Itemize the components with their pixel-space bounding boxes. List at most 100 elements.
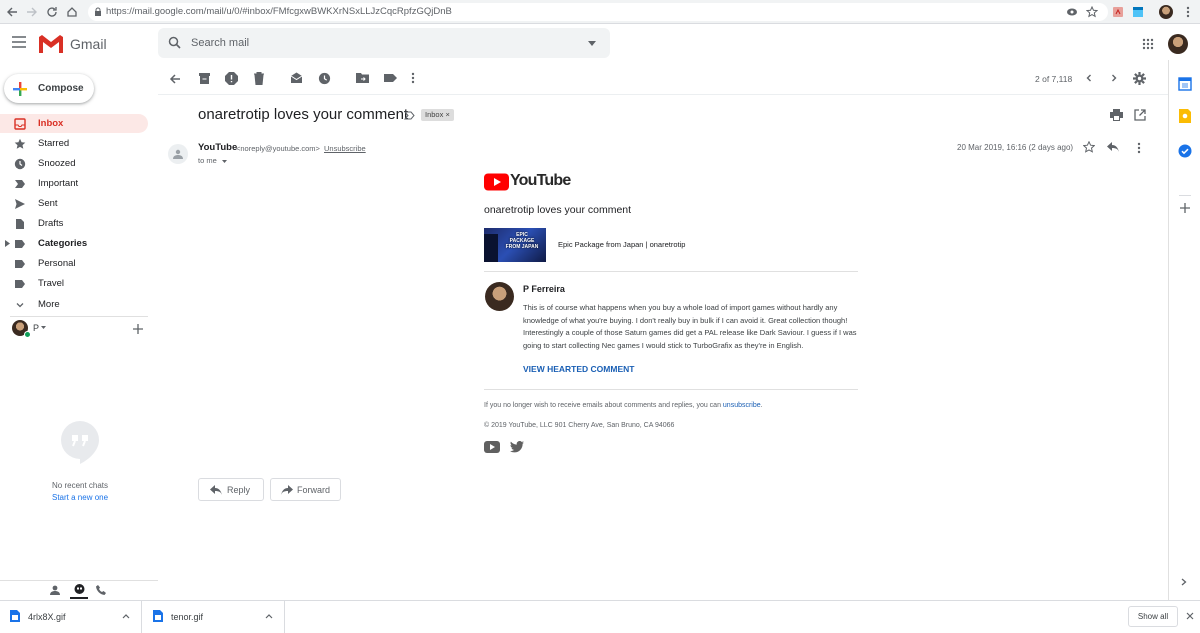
search-options-icon[interactable] [588, 41, 596, 46]
sidebar-item-categories[interactable]: Categories [0, 234, 148, 253]
view-comment-link[interactable]: VIEW HEARTED COMMENT [523, 364, 634, 374]
sidebar-item-drafts[interactable]: Drafts [0, 214, 148, 233]
sidebar-item-label: Sent [38, 198, 58, 209]
search-input[interactable]: Search mail [158, 28, 610, 58]
sender-avatar [168, 144, 188, 164]
youtube-icon[interactable] [484, 441, 500, 453]
newer-icon[interactable] [1083, 72, 1097, 86]
report-spam-icon[interactable] [225, 72, 239, 86]
sidebar-item-snoozed[interactable]: Snoozed [0, 154, 148, 173]
recipient-details[interactable]: to me [198, 156, 227, 165]
address-bar[interactable]: https://mail.google.com/mail/u/0/#inbox/… [88, 3, 1108, 21]
add-chat-icon[interactable] [133, 324, 143, 334]
tasks-icon[interactable] [1178, 144, 1192, 158]
download-item[interactable]: 4rlx8X.gif [0, 601, 142, 633]
move-to-icon[interactable] [356, 72, 370, 86]
snooze-icon[interactable] [318, 72, 332, 86]
main-menu-icon[interactable] [12, 36, 30, 52]
reply-icon [210, 485, 222, 495]
print-icon[interactable] [1110, 109, 1123, 121]
video-title[interactable]: Epic Package from Japan | onaretrotip [558, 240, 685, 249]
sidebar-item-starred[interactable]: Starred [0, 134, 148, 153]
chevron-down-icon[interactable] [41, 326, 46, 329]
remove-label-icon[interactable]: × [445, 110, 449, 119]
clock-icon [14, 158, 26, 170]
older-icon[interactable] [1108, 72, 1122, 86]
reload-icon[interactable] [44, 4, 60, 20]
hangouts-user[interactable]: P [33, 323, 39, 333]
unsubscribe-link[interactable]: Unsubscribe [324, 144, 366, 153]
footer-text-end: . [760, 402, 763, 409]
more-vert-icon[interactable] [1137, 142, 1141, 154]
back-icon[interactable] [4, 4, 20, 20]
more-vert-icon[interactable] [411, 72, 425, 86]
show-all-button[interactable]: Show all [1128, 606, 1178, 627]
sender-email: <noreply@youtube.com> [236, 144, 320, 153]
archive-icon[interactable] [198, 72, 212, 86]
start-chat-link[interactable]: Start a new one [52, 493, 108, 502]
label-icon[interactable] [384, 72, 398, 86]
expand-panel-icon[interactable] [1181, 578, 1187, 586]
chevron-up-icon[interactable] [122, 614, 130, 619]
compose-label: Compose [38, 83, 84, 94]
settings-gear-icon[interactable] [1133, 72, 1147, 86]
email-subject: onaretrotip loves your comment [198, 106, 409, 123]
sidebar-item-label: Travel [38, 278, 65, 289]
home-icon[interactable] [64, 4, 80, 20]
open-new-window-icon[interactable] [1134, 109, 1146, 121]
notification-text: onaretrotip loves your comment [484, 204, 632, 216]
sender-name[interactable]: YouTube [198, 142, 237, 153]
gmail-logo[interactable] [38, 34, 66, 54]
compose-button[interactable]: Compose [4, 74, 94, 103]
footer-unsubscribe-link[interactable]: unsubscribe [723, 402, 761, 409]
back-to-inbox-icon[interactable] [168, 72, 182, 86]
phone-icon[interactable] [96, 585, 106, 595]
extension-icon[interactable] [1110, 4, 1126, 20]
search-icon[interactable] [168, 36, 181, 49]
sidebar-item-label: More [38, 299, 60, 310]
calendar-icon[interactable] [1178, 77, 1192, 91]
reply-icon[interactable] [1107, 142, 1119, 152]
download-item[interactable]: tenor.gif [143, 601, 285, 633]
bookmark-star-icon[interactable] [1084, 4, 1100, 20]
delete-icon[interactable] [253, 72, 267, 86]
profile-avatar[interactable] [1158, 4, 1174, 20]
forward-button[interactable]: Forward [270, 478, 341, 501]
sidebar-item-important[interactable]: Important [0, 174, 148, 193]
extension-icon[interactable] [1130, 4, 1146, 20]
twitter-icon[interactable] [510, 441, 524, 453]
forward-nav-icon[interactable] [24, 4, 40, 20]
reply-label: Reply [227, 485, 251, 495]
close-icon[interactable] [1186, 612, 1194, 620]
hangouts-tab-icon[interactable] [70, 581, 88, 599]
sidebar-item-personal[interactable]: Personal [0, 254, 148, 273]
account-avatar[interactable] [1168, 34, 1188, 54]
inbox-label-chip[interactable]: Inbox × [421, 109, 454, 121]
star-icon[interactable] [1083, 141, 1095, 153]
add-addon-icon[interactable] [1180, 203, 1190, 213]
body-divider [484, 389, 858, 390]
person-icon[interactable] [50, 585, 60, 595]
chevron-up-icon[interactable] [265, 614, 273, 619]
sidebar-item-travel[interactable]: Travel [0, 274, 148, 293]
video-thumbnail[interactable]: EPIC PACKAGE FROM JAPAN [484, 228, 546, 262]
reply-button[interactable]: Reply [198, 478, 264, 501]
sidebar-item-sent[interactable]: Sent [0, 194, 148, 213]
eye-icon[interactable] [1064, 4, 1080, 20]
more-vert-icon[interactable] [1180, 4, 1196, 20]
importance-marker-icon[interactable] [404, 111, 415, 120]
inbox-icon [14, 118, 26, 130]
chevron-down-icon[interactable] [221, 160, 227, 163]
mark-unread-icon[interactable] [290, 72, 304, 86]
expand-arrow-icon[interactable] [5, 240, 10, 247]
sidebar-item-label: Drafts [38, 218, 64, 229]
keep-icon[interactable] [1179, 109, 1191, 123]
label-chip-text: Inbox [425, 110, 444, 119]
apps-grid-icon[interactable] [1142, 38, 1154, 50]
search-placeholder: Search mail [191, 37, 250, 49]
sidebar-item-label: Starred [38, 138, 70, 149]
sidebar-item-inbox[interactable]: Inbox [0, 114, 148, 133]
sidebar-item-more[interactable]: More [0, 295, 148, 314]
compose-plus-icon [13, 82, 27, 96]
label-icon [14, 238, 26, 250]
